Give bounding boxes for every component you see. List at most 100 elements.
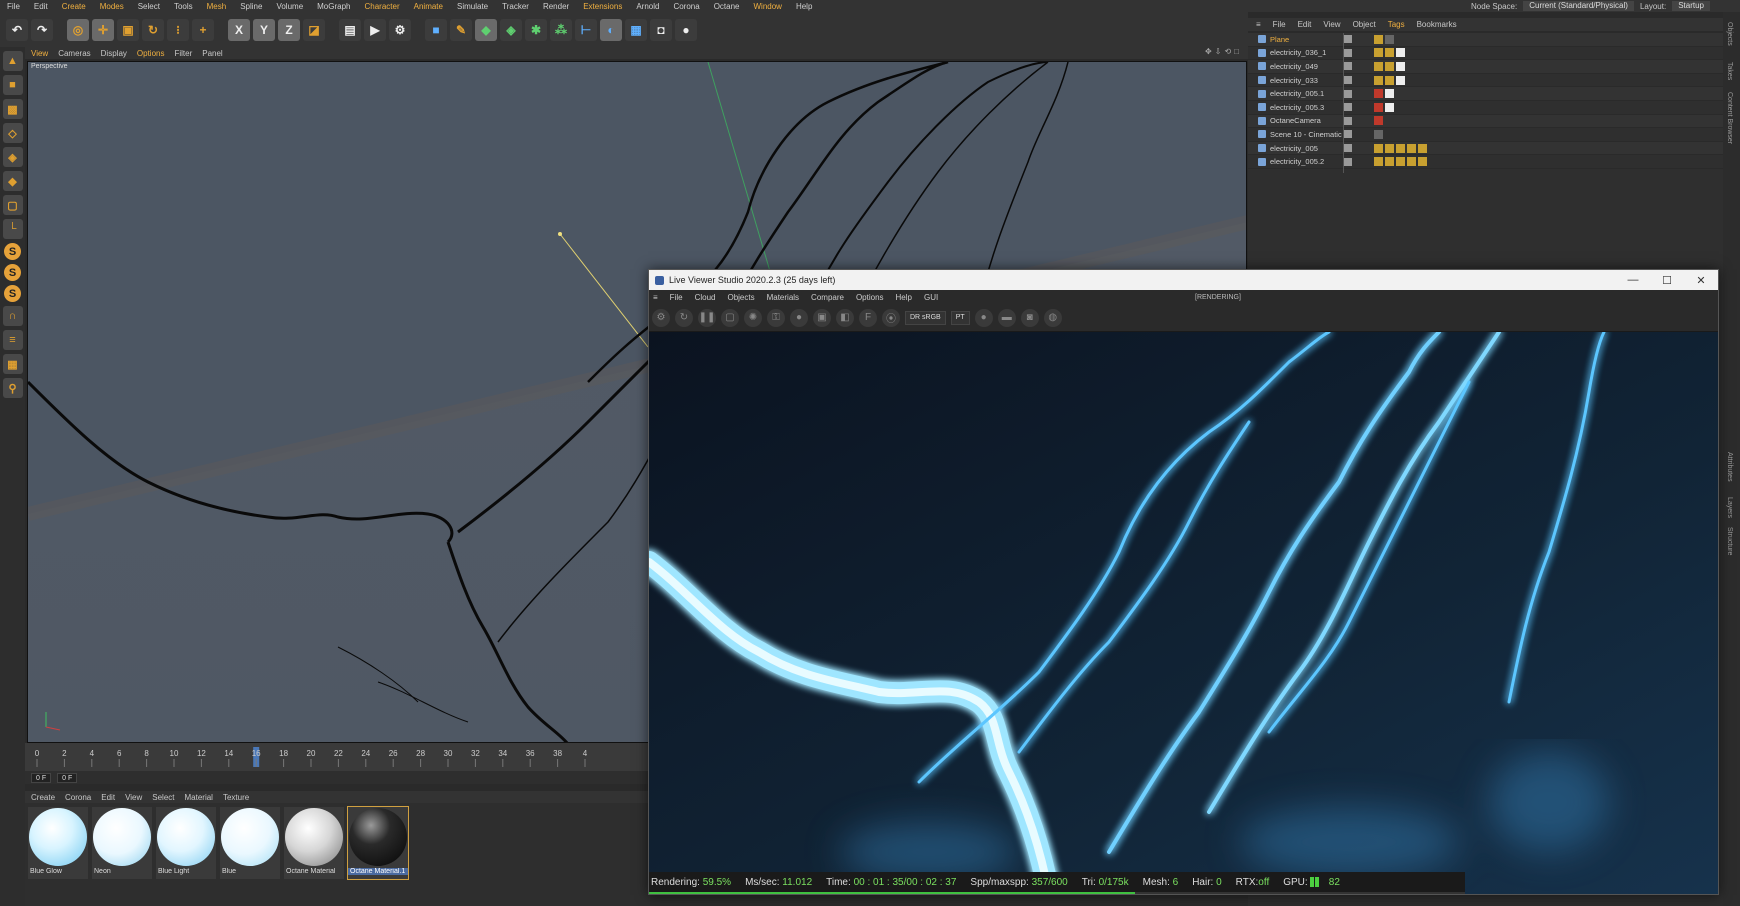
live-viewer-titlebar[interactable]: Live Viewer Studio 2020.2.3 (25 days lef… [649,270,1718,290]
tag-icon[interactable] [1374,61,1383,71]
tag-icon[interactable] [1374,129,1383,139]
lock-icon[interactable]: ⚿ [767,308,785,327]
close-icon[interactable]: ✕ [1684,270,1718,290]
rotate-tool-icon[interactable]: ↻ [142,18,164,41]
tag-icon[interactable] [1374,89,1383,99]
material-tag-icon[interactable] [1396,61,1405,71]
globe-icon[interactable]: ◍ [1043,308,1062,327]
tag-icon[interactable] [1374,75,1383,85]
color-space-dropdown[interactable]: DR sRGB [905,310,946,325]
tab-objects[interactable]: Objects [1726,22,1733,46]
snap-settings-icon[interactable]: S [4,264,21,281]
lv-menu-compare[interactable]: Compare [811,293,844,302]
menu-file[interactable]: File [0,2,27,11]
focus-picker-icon[interactable]: F [859,308,877,327]
render-settings-icon[interactable]: ⚙ [389,18,411,41]
tag-icon[interactable] [1374,157,1383,167]
obj-menu-tags[interactable]: Tags [1388,20,1405,29]
lv-menu-options[interactable]: Options [856,293,884,302]
material-tag-icon[interactable] [1396,48,1405,58]
menu-spline[interactable]: Spline [233,2,269,11]
material-picker-icon[interactable]: ⦿ [882,308,900,327]
tag-icon[interactable] [1374,102,1383,112]
tag-icon[interactable] [1385,143,1394,153]
move-tool-icon[interactable]: ✛ [92,18,114,41]
region-render-icon[interactable]: ▢ [721,308,739,327]
recent-tool-icon[interactable]: ⁝ [167,18,189,41]
points-mode-icon[interactable]: ◇ [2,123,23,143]
polygons-mode-icon[interactable]: ◆ [2,171,23,191]
snapshot-icon[interactable]: ◙ [1020,308,1039,327]
tag-icon[interactable] [1374,34,1383,44]
object-row[interactable]: electricity_005.1 [1248,87,1723,101]
object-row-camera[interactable]: OctaneCamera [1248,114,1723,129]
node-space-dropdown[interactable]: Current (Standard/Physical) [1523,1,1634,11]
tab-layers[interactable]: Layers [1726,497,1733,518]
film-icon[interactable]: ▬ [997,308,1016,327]
render-canvas[interactable]: Rendering: 59.5% Ms/sec: 11.012 Time: 00… [649,332,1718,894]
deformer-icon[interactable]: ⊢ [575,18,597,41]
menu-create[interactable]: Create [55,2,93,11]
menu-volume[interactable]: Volume [269,2,310,11]
material-octane-1[interactable]: Octane Material.1 [347,806,409,880]
menu-edit[interactable]: Edit [27,2,55,11]
obj-menu-object[interactable]: Object [1353,20,1376,29]
y-axis-lock-icon[interactable]: Y [253,18,275,41]
subdivision-icon[interactable]: ◆ [475,18,497,41]
viewport-menu-options[interactable]: Options [137,49,165,58]
mat-menu-view[interactable]: View [125,793,142,802]
tag-icon[interactable] [1385,48,1394,58]
compare-icon[interactable]: ◧ [836,308,854,327]
object-row-plane[interactable]: Plane [1248,33,1723,47]
viewport-menu-filter[interactable]: Filter [174,49,192,58]
tab-attributes[interactable]: Attributes [1726,452,1733,482]
visibility-toggle[interactable] [1344,144,1352,153]
objects-menu-icon[interactable]: ≡ [1256,20,1261,29]
lv-menu-objects[interactable]: Objects [727,293,754,302]
camera-icon[interactable]: ◘ [650,18,672,41]
floor-icon[interactable]: ▦ [625,18,647,41]
model-mode-icon[interactable]: ■ [2,75,23,95]
obj-menu-edit[interactable]: Edit [1298,20,1312,29]
save-image-icon[interactable]: ▣ [813,308,831,327]
menu-simulate[interactable]: Simulate [450,2,495,11]
x-axis-lock-icon[interactable]: X [228,18,250,41]
lv-menu-cloud[interactable]: Cloud [695,293,716,302]
material-blue-light[interactable]: Blue Light [156,807,216,879]
mat-menu-create[interactable]: Create [31,793,55,802]
tag-icon[interactable] [1374,48,1383,58]
field-icon[interactable]: ◐ [600,18,622,41]
visibility-toggle[interactable] [1344,157,1352,166]
start-frame-field[interactable]: 0 F [31,772,52,783]
lv-menu-file[interactable]: File [670,293,683,302]
cloner-icon[interactable]: ✱ [525,18,547,41]
camera-tag-icon[interactable] [1374,116,1383,126]
grid-icon[interactable]: ▦ [2,354,23,374]
menu-character[interactable]: Character [358,2,407,11]
channel-icon[interactable]: ● [974,308,993,327]
menu-select[interactable]: Select [131,2,167,11]
visibility-toggle[interactable] [1344,48,1352,57]
tab-structure[interactable]: Structure [1726,527,1733,555]
object-row[interactable]: electricity_005 [1248,141,1723,156]
scale-tool-icon[interactable]: ▣ [117,18,139,41]
visibility-toggle[interactable] [1344,116,1352,125]
minimize-icon[interactable]: — [1616,270,1650,290]
tag-icon[interactable] [1385,157,1394,167]
magnet-icon[interactable]: ∩ [2,306,23,326]
tab-content-browser[interactable]: Content Browser [1726,92,1733,144]
lv-menu-help[interactable]: Help [896,293,912,302]
obj-menu-view[interactable]: View [1323,20,1340,29]
tag-icon[interactable] [1385,61,1394,71]
maximize-icon[interactable]: ☐ [1650,270,1684,290]
material-blue-glow[interactable]: Blue Glow [28,807,88,879]
render-view-icon[interactable]: ▤ [339,18,361,41]
menu-arnold[interactable]: Arnold [629,2,666,11]
visibility-toggle[interactable] [1344,89,1352,98]
menu-extensions[interactable]: Extensions [576,2,629,11]
material-blue[interactable]: Blue [220,807,280,879]
pen-icon[interactable]: ✎ [450,18,472,41]
visibility-toggle[interactable] [1344,76,1352,85]
make-editable-icon[interactable]: ▲ [2,51,23,71]
mat-menu-edit[interactable]: Edit [101,793,115,802]
